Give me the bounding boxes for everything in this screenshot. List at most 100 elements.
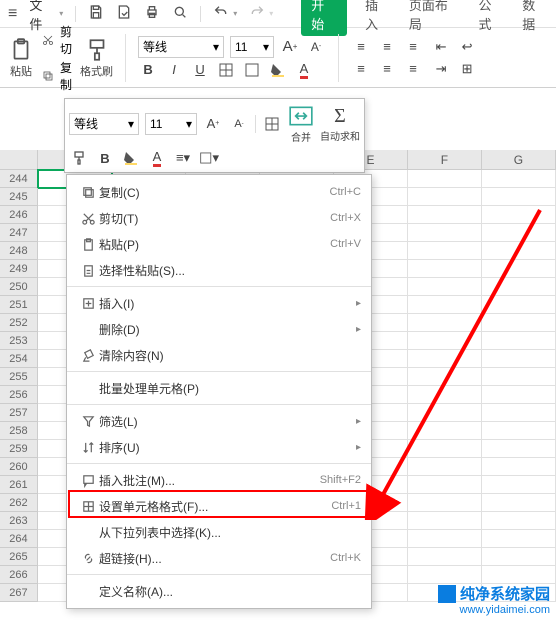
row-header[interactable]: 264 bbox=[0, 530, 38, 548]
cell[interactable] bbox=[482, 422, 556, 440]
cell[interactable] bbox=[482, 494, 556, 512]
cell[interactable] bbox=[482, 224, 556, 242]
border-style-icon[interactable] bbox=[242, 60, 262, 80]
italic-icon[interactable]: I bbox=[164, 60, 184, 80]
cell[interactable] bbox=[482, 170, 556, 188]
print-icon[interactable] bbox=[144, 4, 160, 23]
mini-font-color-icon[interactable]: A bbox=[147, 148, 167, 168]
cell[interactable] bbox=[482, 314, 556, 332]
row-header[interactable]: 259 bbox=[0, 440, 38, 458]
cell[interactable] bbox=[408, 242, 482, 260]
redo-icon[interactable] bbox=[249, 4, 265, 23]
mini-decrease-font-icon[interactable]: A- bbox=[229, 114, 249, 134]
mini-fill-color-icon[interactable] bbox=[121, 148, 141, 168]
cell[interactable] bbox=[408, 530, 482, 548]
menu-comment[interactable]: 插入批注(M)...Shift+F2 bbox=[67, 467, 371, 493]
mini-merge-button[interactable]: 合并 bbox=[288, 103, 314, 144]
cell[interactable] bbox=[482, 296, 556, 314]
menu-format-cells[interactable]: 设置单元格格式(F)...Ctrl+1 bbox=[67, 493, 371, 519]
indent-increase-icon[interactable]: ⇥ bbox=[431, 59, 451, 79]
mini-autosum-button[interactable]: Σ 自动求和 bbox=[320, 105, 360, 143]
align-left-icon[interactable]: ≡ bbox=[351, 59, 371, 79]
cell[interactable] bbox=[408, 314, 482, 332]
cell[interactable] bbox=[408, 404, 482, 422]
menu-define-name[interactable]: 定义名称(A)... bbox=[67, 578, 371, 604]
menu-paste[interactable]: 粘贴(P)Ctrl+V bbox=[67, 231, 371, 257]
save-icon[interactable] bbox=[88, 4, 104, 23]
row-header[interactable]: 256 bbox=[0, 386, 38, 404]
chevron-down-icon[interactable]: ▾ bbox=[233, 9, 237, 18]
row-header[interactable]: 255 bbox=[0, 368, 38, 386]
cell[interactable] bbox=[482, 440, 556, 458]
cell[interactable] bbox=[408, 476, 482, 494]
select-all-corner[interactable] bbox=[0, 150, 38, 169]
cell[interactable] bbox=[482, 332, 556, 350]
cell[interactable] bbox=[482, 260, 556, 278]
row-header[interactable]: 261 bbox=[0, 476, 38, 494]
menu-clear[interactable]: 清除内容(N) bbox=[67, 342, 371, 368]
mini-align-icon[interactable]: ≡▾ bbox=[173, 148, 193, 168]
menu-dropdown-select[interactable]: 从下拉列表中选择(K)... bbox=[67, 519, 371, 545]
column-header[interactable]: F bbox=[408, 150, 482, 169]
cell[interactable] bbox=[408, 206, 482, 224]
wrap-text-icon[interactable]: ↩ bbox=[457, 37, 477, 57]
mini-bold-icon[interactable]: B bbox=[95, 148, 115, 168]
menu-hyperlink[interactable]: 超链接(H)...Ctrl+K bbox=[67, 545, 371, 571]
mini-increase-font-icon[interactable]: A+ bbox=[203, 114, 223, 134]
font-color-icon[interactable]: A bbox=[294, 60, 314, 80]
border-icon[interactable] bbox=[216, 60, 236, 80]
row-header[interactable]: 250 bbox=[0, 278, 38, 296]
decrease-font-icon[interactable]: A- bbox=[306, 37, 326, 57]
row-header[interactable]: 252 bbox=[0, 314, 38, 332]
menu-delete[interactable]: 删除(D)▸ bbox=[67, 316, 371, 342]
cell[interactable] bbox=[408, 170, 482, 188]
cell[interactable] bbox=[408, 224, 482, 242]
cell[interactable] bbox=[408, 458, 482, 476]
mini-size-select[interactable]: 11▾ bbox=[145, 113, 197, 135]
cell[interactable] bbox=[408, 296, 482, 314]
cell[interactable] bbox=[408, 548, 482, 566]
merge-cells-icon[interactable]: ⊞ bbox=[457, 59, 477, 79]
print-preview-icon[interactable] bbox=[172, 4, 188, 23]
cell[interactable] bbox=[482, 566, 556, 584]
row-header[interactable]: 253 bbox=[0, 332, 38, 350]
menu-paste-special[interactable]: 选择性粘贴(S)... bbox=[67, 257, 371, 283]
tab-insert[interactable]: 插入 bbox=[365, 0, 391, 33]
undo-icon[interactable] bbox=[213, 4, 229, 23]
align-center-icon[interactable]: ≡ bbox=[377, 59, 397, 79]
cell[interactable] bbox=[482, 476, 556, 494]
cell[interactable] bbox=[482, 512, 556, 530]
row-header[interactable]: 254 bbox=[0, 350, 38, 368]
row-header[interactable]: 249 bbox=[0, 260, 38, 278]
paste-button[interactable]: 粘贴 bbox=[8, 37, 34, 79]
cell[interactable] bbox=[482, 206, 556, 224]
cell[interactable] bbox=[482, 242, 556, 260]
cell[interactable] bbox=[482, 458, 556, 476]
align-bottom-icon[interactable]: ≡ bbox=[403, 37, 423, 57]
cell[interactable] bbox=[482, 386, 556, 404]
cell[interactable] bbox=[408, 422, 482, 440]
bold-icon[interactable]: B bbox=[138, 60, 158, 80]
menu-filter[interactable]: 筛选(L)▸ bbox=[67, 408, 371, 434]
align-right-icon[interactable]: ≡ bbox=[403, 59, 423, 79]
menu-copy[interactable]: 复制(C)Ctrl+C bbox=[67, 179, 371, 205]
tab-start[interactable]: 开始 bbox=[301, 0, 347, 36]
cell[interactable] bbox=[482, 188, 556, 206]
menu-insert[interactable]: 插入(I)▸ bbox=[67, 290, 371, 316]
mini-border2-icon[interactable]: ▾ bbox=[199, 148, 219, 168]
row-header[interactable]: 266 bbox=[0, 566, 38, 584]
tab-data[interactable]: 数据 bbox=[522, 0, 548, 33]
cell[interactable] bbox=[408, 386, 482, 404]
row-header[interactable]: 245 bbox=[0, 188, 38, 206]
mini-border-icon[interactable] bbox=[262, 114, 282, 134]
fill-color-icon[interactable] bbox=[268, 60, 288, 80]
row-header[interactable]: 244 bbox=[0, 170, 38, 188]
row-header[interactable]: 257 bbox=[0, 404, 38, 422]
row-header[interactable]: 263 bbox=[0, 512, 38, 530]
row-header[interactable]: 247 bbox=[0, 224, 38, 242]
row-header[interactable]: 267 bbox=[0, 584, 38, 602]
font-select[interactable]: 等线 ▾ bbox=[138, 36, 224, 58]
row-header[interactable]: 248 bbox=[0, 242, 38, 260]
cell[interactable] bbox=[408, 260, 482, 278]
size-select[interactable]: 11 ▾ bbox=[230, 36, 274, 58]
